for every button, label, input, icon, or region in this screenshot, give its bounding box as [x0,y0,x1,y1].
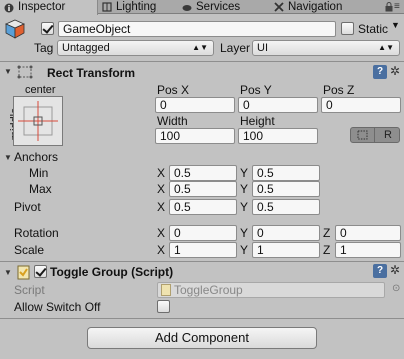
toggle-group-title: Toggle Group (Script) [50,265,174,279]
raw-edit-button[interactable]: R [376,128,400,142]
script-label: Script [14,283,45,297]
scale-label: Scale [14,243,45,257]
tab-label: Navigation [288,0,343,13]
pos-y-label: Pos Y [240,83,272,97]
scale-y-letter: Y [240,243,249,257]
pos-z-label: Pos Z [323,83,355,97]
script-component-icon [17,265,30,283]
rect-transform-icon [17,65,33,82]
pos-x-label: Pos X [157,83,190,97]
max-x-letter: X [157,182,166,196]
script-file-icon [161,284,171,299]
anchor-preset-top-label: center [25,84,56,96]
foldout-arrow-icon[interactable]: ▼ [4,268,12,277]
anchor-preset-button[interactable] [13,96,63,146]
pivot-x-field[interactable]: 0.5 [169,199,237,215]
help-book-icon[interactable]: ? [373,264,387,278]
gear-icon[interactable]: ✲ [390,64,400,78]
rect-transform-title: Rect Transform [47,66,136,80]
help-book-icon[interactable]: ? [373,65,387,79]
rotation-y-field[interactable]: 0 [252,225,320,241]
object-picker-icon: ⊙ [392,283,401,294]
rotation-x-letter: X [157,226,166,240]
pivot-y-letter: Y [240,200,249,214]
max-y-field[interactable]: 0.5 [252,181,320,197]
rotation-y-letter: Y [240,226,249,240]
min-y-letter: Y [240,166,249,180]
scale-x-letter: X [157,243,166,257]
tab-label: Inspector [18,1,66,13]
pivot-label: Pivot [14,200,41,214]
cloud-icon [182,2,192,12]
chevron-down-icon: ▲▼ [192,43,208,52]
foldout-arrow-icon[interactable]: ▼ [4,67,12,76]
anchors-foldout-icon[interactable]: ▼ [4,153,12,162]
anchors-label: Anchors [14,150,59,164]
object-name-field[interactable]: GameObject [58,21,336,37]
tab-label: Services [196,0,241,13]
max-x-field[interactable]: 0.5 [169,181,237,197]
component-enabled-checkbox[interactable] [34,265,47,278]
chevron-down-icon: ▲▼ [378,43,394,52]
tab-label: Lighting [116,0,157,13]
rotation-z-letter: Z [323,226,331,240]
max-y-letter: Y [240,182,249,196]
scale-z-letter: Z [323,243,331,257]
gear-icon[interactable]: ✲ [390,263,400,277]
layer-dropdown[interactable]: UI ▲▼ [252,40,400,56]
edit-mode-buttons: R [350,127,400,143]
add-component-button[interactable]: Add Component [87,327,317,349]
height-label: Height [240,114,275,128]
script-field: ToggleGroup [157,282,385,298]
tag-dropdown[interactable]: Untagged ▲▼ [57,40,214,56]
pos-x-field[interactable]: 0 [155,97,235,113]
tab-services[interactable]: Services [178,0,270,14]
scale-x-field[interactable]: 1 [169,242,237,258]
active-checkbox[interactable] [41,22,54,35]
pivot-x-letter: X [157,200,166,214]
tag-label: Tag [34,41,54,55]
tab-navigation[interactable]: Navigation [270,0,380,14]
blueprint-mode-button[interactable] [351,128,375,142]
width-label: Width [157,114,188,128]
rotation-x-field[interactable]: 0 [169,225,237,241]
allow-switch-off-label: Allow Switch Off [14,300,101,314]
script-value: ToggleGroup [174,283,243,297]
pos-z-field[interactable]: 0 [321,97,401,113]
lighting-icon [102,2,112,12]
min-label: Min [29,166,49,180]
info-icon [4,3,14,13]
height-field[interactable]: 100 [238,128,318,144]
menu-icon[interactable]: ≡ [394,1,400,12]
scale-y-field[interactable]: 1 [252,242,320,258]
min-x-field[interactable]: 0.5 [169,165,237,181]
static-dropdown-icon[interactable]: ▼ [391,20,400,30]
navigation-icon [274,2,284,12]
rotation-label: Rotation [14,226,59,240]
rotation-z-field[interactable]: 0 [335,225,401,241]
lock-icon[interactable] [385,2,393,15]
allow-switch-off-checkbox[interactable] [157,300,170,313]
layer-value: UI [257,42,268,54]
min-y-field[interactable]: 0.5 [252,165,320,181]
static-checkbox[interactable] [341,22,354,35]
tab-lighting[interactable]: Lighting [98,0,178,14]
max-label: Max [29,182,52,196]
divider [0,61,404,62]
divider [0,261,404,262]
gameobject-icon [4,18,26,40]
pivot-y-field[interactable]: 0.5 [252,199,320,215]
pos-y-field[interactable]: 0 [238,97,318,113]
scale-z-field[interactable]: 1 [335,242,401,258]
min-x-letter: X [157,166,166,180]
width-field[interactable]: 100 [155,128,235,144]
tag-value: Untagged [62,42,110,54]
divider [0,318,404,319]
layer-label: Layer [220,41,251,55]
tab-inspector[interactable]: Inspector [0,0,98,15]
static-label: Static [358,22,389,36]
